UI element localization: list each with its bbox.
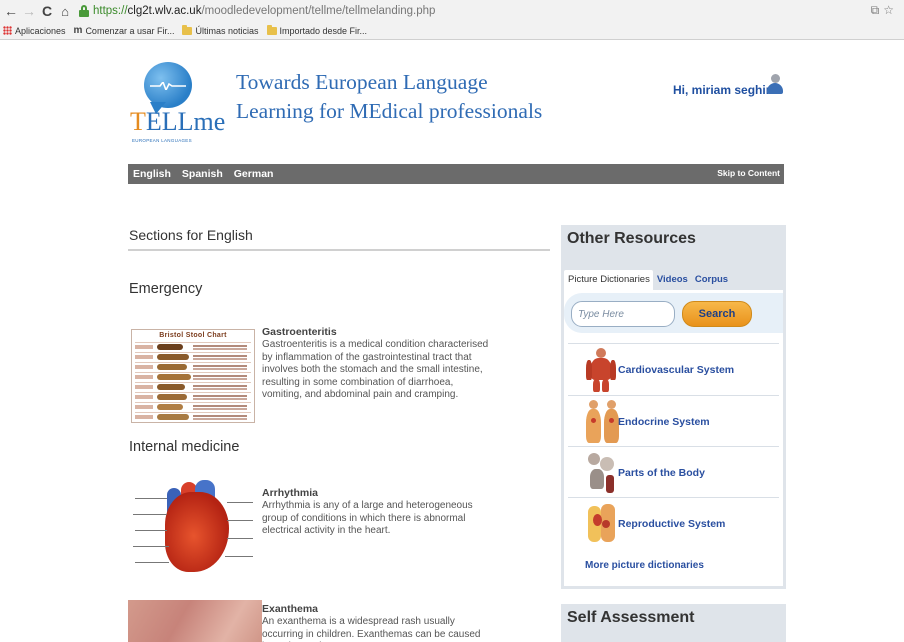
dictionary-label: Reproductive System <box>618 518 726 530</box>
thumbnail-title: Bristol Stool Chart <box>159 332 227 339</box>
dictionary-item-endocrine[interactable]: Endocrine System <box>568 395 779 446</box>
divider <box>128 249 550 251</box>
bookmarks-bar: Aplicaciones m Comenzar a usar Fir... Últ… <box>0 22 375 39</box>
logo-wordmark: TELLme <box>130 108 225 136</box>
m-icon: m <box>73 25 83 36</box>
tab-videos[interactable]: Videos <box>653 270 691 290</box>
bookmark-ultimas-noticias[interactable]: Últimas noticias <box>182 24 259 36</box>
dictionary-label: Cardiovascular System <box>618 364 735 376</box>
body-parts-figure-icon <box>586 451 618 495</box>
user-icon[interactable] <box>765 74 785 96</box>
item-title-gastroenteritis[interactable]: Gastroenteritis <box>262 326 337 338</box>
chart-row <box>135 342 251 351</box>
endocrine-figure-icon <box>586 400 620 444</box>
skip-to-content-link[interactable]: Skip to Content <box>717 168 780 178</box>
lang-spanish[interactable]: Spanish <box>182 168 223 180</box>
item-desc-exanthema: An exanthema is a widespread rash usuall… <box>262 616 481 642</box>
logo-wordmark-ellme: ELLme <box>145 107 226 136</box>
dictionary-label: Endocrine System <box>618 416 710 428</box>
bookmark-importado[interactable]: Importado desde Fir... <box>266 24 368 36</box>
tab-picture-dictionaries[interactable]: Picture Dictionaries <box>564 270 653 290</box>
bookmark-apps[interactable]: Aplicaciones <box>0 26 66 36</box>
chart-row <box>135 352 251 361</box>
category-internal-medicine: Internal medicine <box>129 439 240 455</box>
cardiovascular-figure-icon <box>586 348 616 392</box>
dictionary-item-cardiovascular[interactable]: Cardiovascular System <box>568 343 779 394</box>
chart-row <box>135 402 251 411</box>
gastroenteritis-thumbnail[interactable]: Bristol Stool Chart <box>131 329 255 423</box>
chart-row <box>135 392 251 401</box>
site-title-line1: Towards European Language <box>236 70 488 94</box>
item-title-arrhythmia[interactable]: Arrhythmia <box>262 487 318 499</box>
arrhythmia-thumbnail[interactable] <box>131 480 255 580</box>
url-path: /moodledevelopment/tellme/tellmelanding.… <box>201 5 436 17</box>
language-bar: English Spanish German Skip to Content <box>128 164 784 184</box>
heart-illustration <box>165 492 229 572</box>
tab-corpus[interactable]: Corpus <box>691 270 731 290</box>
user-greeting[interactable]: Hi, miriam seghiri <box>673 83 774 97</box>
bookmark-star-icon[interactable]: ☆ <box>883 3 894 18</box>
exanthema-thumbnail[interactable] <box>128 600 262 642</box>
other-resources-heading: Other Resources <box>567 230 696 247</box>
item-desc-arrhythmia: Arrhythmia is any of a large and heterog… <box>262 500 473 536</box>
home-icon[interactable]: ⌂ <box>56 2 74 20</box>
url-host: clg2t.wlv.ac.uk <box>127 5 202 17</box>
speech-bubble-icon <box>144 62 192 114</box>
apps-grid-icon <box>3 26 12 35</box>
lang-german[interactable]: German <box>234 168 274 180</box>
tellme-logo[interactable]: TELLme EUROPEAN LANGUAGES <box>130 50 225 150</box>
back-arrow-icon[interactable]: ← <box>2 2 20 20</box>
reload-icon[interactable]: C <box>38 2 56 20</box>
item-desc-gastroenteritis: Gastroenteritis is a medical condition c… <box>262 339 489 400</box>
sections-heading: Sections for English <box>129 227 253 243</box>
category-emergency: Emergency <box>129 281 203 297</box>
chart-row <box>135 382 251 391</box>
logo-wordmark-t: T <box>130 107 146 136</box>
self-assessment-heading: Self Assessment <box>567 609 695 626</box>
bookmark-label: Aplicaciones <box>15 25 66 36</box>
heartbeat-icon <box>150 82 186 90</box>
reproductive-figure-icon <box>586 502 618 546</box>
chart-row <box>135 362 251 371</box>
browser-chrome: ← → C ⌂ https://clg2t.wlv.ac.uk/moodlede… <box>0 0 904 40</box>
dictionary-search-input[interactable] <box>571 301 675 327</box>
extension-icon[interactable]: ⧉ <box>871 3 880 18</box>
search-button[interactable]: Search <box>682 301 752 327</box>
folder-icon <box>266 24 277 35</box>
bookmark-label: Comenzar a usar Fir... <box>85 25 175 36</box>
bookmark-label: Últimas noticias <box>195 25 259 36</box>
site-title: Towards European Language Learning for M… <box>236 68 542 126</box>
forward-arrow-icon[interactable]: → <box>20 2 38 20</box>
address-row: ← → C ⌂ https://clg2t.wlv.ac.uk/moodlede… <box>0 0 904 22</box>
chart-row <box>135 412 251 421</box>
url-scheme: https:// <box>93 5 128 17</box>
dictionary-item-parts-of-body[interactable]: Parts of the Body <box>568 446 779 497</box>
item-title-exanthema[interactable]: Exanthema <box>262 603 318 615</box>
dictionary-item-reproductive[interactable]: Reproductive System <box>568 497 779 548</box>
logo-subtitle: EUROPEAN LANGUAGES <box>132 138 192 143</box>
lock-icon <box>78 5 90 17</box>
address-bar[interactable]: https://clg2t.wlv.ac.uk/moodledevelopmen… <box>93 5 435 17</box>
bookmark-comenzar[interactable]: m Comenzar a usar Fir... <box>74 25 175 36</box>
site-title-line2: Learning for MEdical professionals <box>236 99 543 123</box>
chart-row <box>135 372 251 381</box>
dictionary-label: Parts of the Body <box>618 467 705 479</box>
more-picture-dictionaries-link[interactable]: More picture dictionaries <box>585 560 704 571</box>
lang-english[interactable]: English <box>133 168 171 180</box>
browser-actions: ⧉ ☆ <box>871 3 894 18</box>
resource-tabs: Picture Dictionaries Videos Corpus <box>564 268 783 290</box>
folder-icon <box>182 24 193 35</box>
bookmark-label: Importado desde Fir... <box>279 25 368 36</box>
